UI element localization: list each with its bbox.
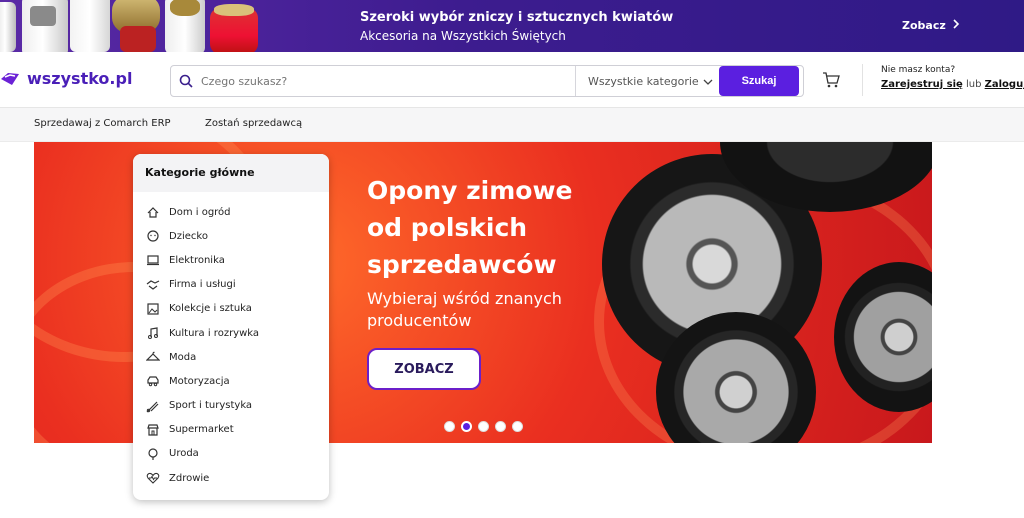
category-item-collections[interactable]: Kolekcje i sztuka xyxy=(133,297,329,321)
handshake-icon xyxy=(145,277,161,293)
category-label: Firma i usługi xyxy=(169,279,236,291)
carousel-dot-1[interactable] xyxy=(444,421,455,432)
or-text: lub xyxy=(965,79,982,90)
shuttlecock-icon xyxy=(145,398,161,414)
logo[interactable]: wszystko.pl xyxy=(0,69,132,88)
chevron-right-icon xyxy=(952,19,960,32)
category-item-health[interactable]: Zdrowie xyxy=(133,466,329,490)
banner-see-button[interactable]: ZOBACZ xyxy=(367,348,481,390)
promo-candles-image xyxy=(0,0,262,52)
category-item-fashion[interactable]: Moda xyxy=(133,345,329,369)
category-label: Uroda xyxy=(169,448,199,460)
chevron-down-icon xyxy=(703,75,713,88)
category-label: Kultura i rozrywka xyxy=(169,327,260,339)
category-item-home-garden[interactable]: Dom i ogród xyxy=(133,200,329,224)
cart-icon[interactable] xyxy=(822,72,840,92)
sell-with-comarch-link[interactable]: Sprzedawaj z Comarch ERP xyxy=(34,118,171,129)
category-item-automotive[interactable]: Motoryzacja xyxy=(133,369,329,393)
logo-text: wszystko.pl xyxy=(27,69,133,88)
promo-see-link[interactable]: Zobacz xyxy=(902,19,960,32)
account-box: Nie masz konta? Zarejestruj się lub Zalo… xyxy=(881,65,1024,90)
banner-subline: Wybieraj wśród znanych producentów xyxy=(367,289,562,330)
account-question: Nie masz konta? xyxy=(881,65,956,75)
category-label: Dom i ogród xyxy=(169,206,231,218)
carousel-dot-5[interactable] xyxy=(512,421,523,432)
category-item-sport[interactable]: Sport i turystyka xyxy=(133,394,329,418)
mirror-icon xyxy=(145,446,161,462)
category-label: Motoryzacja xyxy=(169,375,230,387)
category-select-value: Wszystkie kategorie xyxy=(588,74,699,88)
promo-subline: Akcesoria na Wszystkich Świętych xyxy=(360,29,566,43)
logo-mark-icon xyxy=(0,70,22,88)
category-label: Sport i turystyka xyxy=(169,400,253,412)
banner-headline: Opony zimowe od polskich sprzedawców xyxy=(367,176,573,279)
promo-headline: Szeroki wybór zniczy i sztucznych kwiató… xyxy=(360,10,674,25)
home-garden-icon xyxy=(145,204,161,220)
header-divider xyxy=(862,64,863,96)
search-button[interactable]: Szukaj xyxy=(719,66,799,96)
category-label: Zdrowie xyxy=(169,472,210,484)
heartbeat-icon xyxy=(145,470,161,486)
category-label: Kolekcje i sztuka xyxy=(169,303,252,315)
search-bar: Wszystkie kategorie Szukaj xyxy=(170,65,804,97)
picture-icon xyxy=(145,301,161,317)
search-icon xyxy=(171,74,201,88)
child-icon xyxy=(145,228,161,244)
search-input[interactable] xyxy=(201,67,575,95)
sub-navigation: Sprzedawaj z Comarch ERP Zostań sprzedaw… xyxy=(0,108,1024,142)
become-seller-link[interactable]: Zostań sprzedawcą xyxy=(205,118,302,129)
category-item-culture[interactable]: Kultura i rozrywka xyxy=(133,321,329,345)
carousel-dots xyxy=(444,421,523,432)
laptop-icon xyxy=(145,252,161,268)
category-panel: Kategorie główne Dom i ogród Dziecko Ele… xyxy=(133,154,329,500)
category-label: Dziecko xyxy=(169,230,208,242)
car-icon xyxy=(145,373,161,389)
promo-banner[interactable]: Szeroki wybór zniczy i sztucznych kwiató… xyxy=(0,0,1024,52)
carousel-dot-4[interactable] xyxy=(495,421,506,432)
category-item-child[interactable]: Dziecko xyxy=(133,224,329,248)
carousel-dot-3[interactable] xyxy=(478,421,489,432)
category-label: Supermarket xyxy=(169,424,234,436)
category-item-supermarket[interactable]: Supermarket xyxy=(133,418,329,442)
category-label: Elektronika xyxy=(169,254,225,266)
category-item-electronics[interactable]: Elektronika xyxy=(133,248,329,272)
music-note-icon xyxy=(145,325,161,341)
store-icon xyxy=(145,422,161,438)
category-item-business[interactable]: Firma i usługi xyxy=(133,273,329,297)
site-header: wszystko.pl Wszystkie kategorie Szukaj N… xyxy=(0,52,1024,108)
login-link[interactable]: Zaloguj xyxy=(985,79,1024,90)
category-panel-title: Kategorie główne xyxy=(133,154,329,192)
register-link[interactable]: Zarejestruj się xyxy=(881,79,963,90)
category-select[interactable]: Wszystkie kategorie xyxy=(576,75,719,88)
category-label: Moda xyxy=(169,351,197,363)
hanger-icon xyxy=(145,349,161,365)
category-item-beauty[interactable]: Uroda xyxy=(133,442,329,466)
category-list: Dom i ogród Dziecko Elektronika Firma i … xyxy=(133,192,329,490)
carousel-dot-2[interactable] xyxy=(461,421,472,432)
promo-see-label: Zobacz xyxy=(902,19,946,32)
